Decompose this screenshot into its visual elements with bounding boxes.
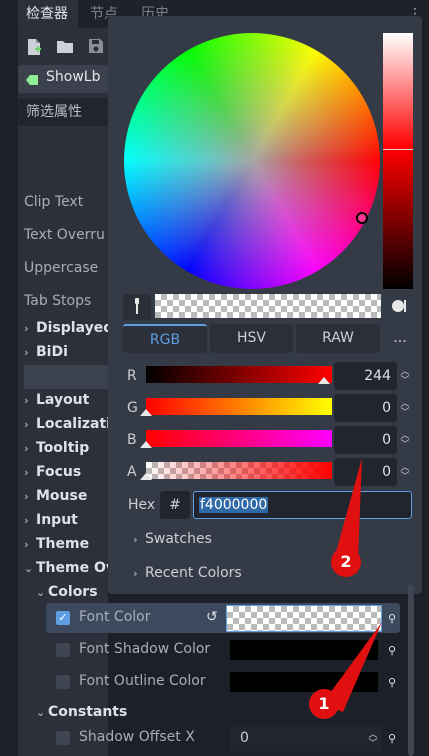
- annotation-arrows: [322, 458, 382, 712]
- annotation-badge-2: 2: [331, 547, 361, 577]
- annotation-badge-1: 1: [309, 689, 339, 719]
- annotation-arrow-2: [335, 458, 362, 560]
